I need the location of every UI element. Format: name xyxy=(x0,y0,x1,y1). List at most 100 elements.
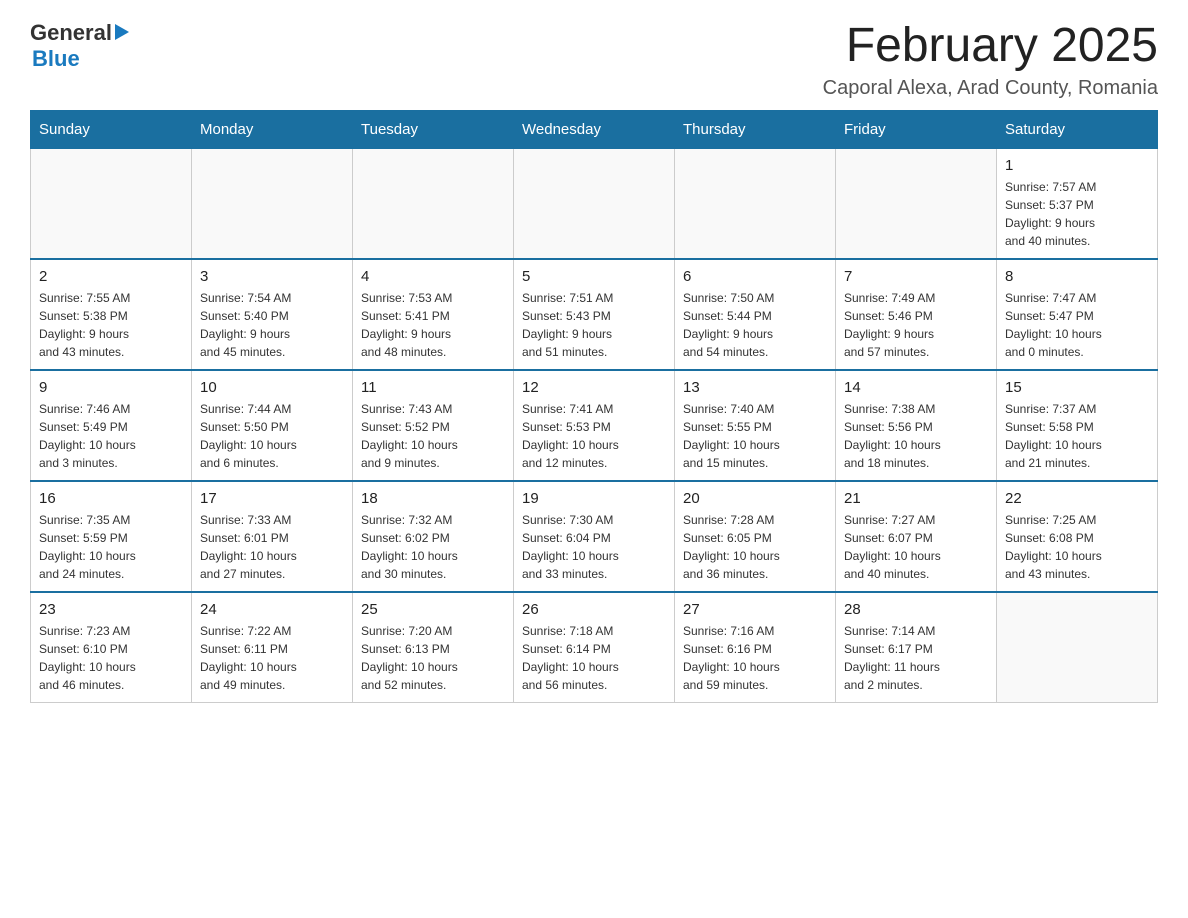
calendar-cell: 6 Sunrise: 7:50 AM Sunset: 5:44 PM Daylig… xyxy=(675,259,836,370)
day-info: Sunrise: 7:44 AM Sunset: 5:50 PM Dayligh… xyxy=(200,400,344,472)
day-info: Sunrise: 7:14 AM Sunset: 6:17 PM Dayligh… xyxy=(844,622,988,694)
day-number: 5 xyxy=(522,268,666,285)
calendar-cell xyxy=(675,148,836,259)
day-info: Sunrise: 7:49 AM Sunset: 5:46 PM Dayligh… xyxy=(844,289,988,361)
day-number: 25 xyxy=(361,601,505,618)
weekday-header-tuesday: Tuesday xyxy=(353,110,514,148)
calendar-cell: 10 Sunrise: 7:44 AM Sunset: 5:50 PM Dayli… xyxy=(192,370,353,481)
month-title: February 2025 xyxy=(823,20,1158,73)
calendar-week-row: 9Sunrise: 7:46 AM Sunset: 5:49 PM Daylig… xyxy=(31,370,1158,481)
calendar-cell xyxy=(836,148,997,259)
page-header: General Blue February 2025 Caporal Alexa… xyxy=(30,20,1158,100)
day-number: 26 xyxy=(522,601,666,618)
day-info: Sunrise: 7:47 AM Sunset: 5:47 PM Dayligh… xyxy=(1005,289,1149,361)
weekday-header-thursday: Thursday xyxy=(675,110,836,148)
day-number: 17 xyxy=(200,490,344,507)
day-number: 13 xyxy=(683,379,827,396)
day-number: 2 xyxy=(39,268,183,285)
calendar-cell: 7 Sunrise: 7:49 AM Sunset: 5:46 PM Daylig… xyxy=(836,259,997,370)
day-number: 12 xyxy=(522,379,666,396)
day-number: 1 xyxy=(1005,157,1149,174)
day-number: 6 xyxy=(683,268,827,285)
weekday-header-friday: Friday xyxy=(836,110,997,148)
day-info: Sunrise: 7:50 AM Sunset: 5:44 PM Dayligh… xyxy=(683,289,827,361)
day-info: Sunrise: 7:27 AM Sunset: 6:07 PM Dayligh… xyxy=(844,511,988,583)
location-text: Caporal Alexa, Arad County, Romania xyxy=(823,77,1158,100)
day-info: Sunrise: 7:37 AM Sunset: 5:58 PM Dayligh… xyxy=(1005,400,1149,472)
calendar-cell: 24 Sunrise: 7:22 AM Sunset: 6:11 PM Dayli… xyxy=(192,592,353,703)
calendar-cell xyxy=(997,592,1158,703)
calendar-cell xyxy=(31,148,192,259)
day-info: Sunrise: 7:43 AM Sunset: 5:52 PM Dayligh… xyxy=(361,400,505,472)
calendar-cell: 13 Sunrise: 7:40 AM Sunset: 5:55 PM Dayli… xyxy=(675,370,836,481)
day-info: Sunrise: 7:30 AM Sunset: 6:04 PM Dayligh… xyxy=(522,511,666,583)
day-number: 27 xyxy=(683,601,827,618)
calendar-cell: 1 Sunrise: 7:57 AM Sunset: 5:37 PM Daylig… xyxy=(997,148,1158,259)
calendar-cell: 18 Sunrise: 7:32 AM Sunset: 6:02 PM Dayli… xyxy=(353,481,514,592)
day-number: 8 xyxy=(1005,268,1149,285)
day-number: 18 xyxy=(361,490,505,507)
logo: General Blue xyxy=(30,20,129,72)
day-info: Sunrise: 7:20 AM Sunset: 6:13 PM Dayligh… xyxy=(361,622,505,694)
day-info: Sunrise: 7:18 AM Sunset: 6:14 PM Dayligh… xyxy=(522,622,666,694)
calendar-cell: 3Sunrise: 7:54 AM Sunset: 5:40 PM Daylig… xyxy=(192,259,353,370)
day-number: 3 xyxy=(200,268,344,285)
day-info: Sunrise: 7:41 AM Sunset: 5:53 PM Dayligh… xyxy=(522,400,666,472)
day-number: 16 xyxy=(39,490,183,507)
day-info: Sunrise: 7:55 AM Sunset: 5:38 PM Dayligh… xyxy=(39,289,183,361)
calendar-cell: 5 Sunrise: 7:51 AM Sunset: 5:43 PM Daylig… xyxy=(514,259,675,370)
calendar-week-row: 2 Sunrise: 7:55 AM Sunset: 5:38 PM Daylig… xyxy=(31,259,1158,370)
logo-blue-text: Blue xyxy=(32,46,80,72)
weekday-header-sunday: Sunday xyxy=(31,110,192,148)
weekday-header-row: SundayMondayTuesdayWednesdayThursdayFrid… xyxy=(31,110,1158,148)
day-info: Sunrise: 7:38 AM Sunset: 5:56 PM Dayligh… xyxy=(844,400,988,472)
calendar-cell: 27Sunrise: 7:16 AM Sunset: 6:16 PM Dayli… xyxy=(675,592,836,703)
day-number: 20 xyxy=(683,490,827,507)
day-info: Sunrise: 7:57 AM Sunset: 5:37 PM Dayligh… xyxy=(1005,178,1149,250)
day-number: 24 xyxy=(200,601,344,618)
title-section: February 2025 Caporal Alexa, Arad County… xyxy=(823,20,1158,100)
day-number: 7 xyxy=(844,268,988,285)
day-number: 14 xyxy=(844,379,988,396)
calendar-cell xyxy=(353,148,514,259)
calendar-cell: 12 Sunrise: 7:41 AM Sunset: 5:53 PM Dayli… xyxy=(514,370,675,481)
calendar-week-row: 16 Sunrise: 7:35 AM Sunset: 5:59 PM Dayli… xyxy=(31,481,1158,592)
day-number: 4 xyxy=(361,268,505,285)
day-info: Sunrise: 7:40 AM Sunset: 5:55 PM Dayligh… xyxy=(683,400,827,472)
calendar-cell: 26 Sunrise: 7:18 AM Sunset: 6:14 PM Dayli… xyxy=(514,592,675,703)
calendar-cell: 14 Sunrise: 7:38 AM Sunset: 5:56 PM Dayli… xyxy=(836,370,997,481)
calendar-cell: 2 Sunrise: 7:55 AM Sunset: 5:38 PM Daylig… xyxy=(31,259,192,370)
calendar-cell: 16 Sunrise: 7:35 AM Sunset: 5:59 PM Dayli… xyxy=(31,481,192,592)
calendar-cell xyxy=(192,148,353,259)
day-info: Sunrise: 7:32 AM Sunset: 6:02 PM Dayligh… xyxy=(361,511,505,583)
day-number: 9 xyxy=(39,379,183,396)
day-info: Sunrise: 7:33 AM Sunset: 6:01 PM Dayligh… xyxy=(200,511,344,583)
calendar-cell: 8 Sunrise: 7:47 AM Sunset: 5:47 PM Daylig… xyxy=(997,259,1158,370)
calendar-cell: 4 Sunrise: 7:53 AM Sunset: 5:41 PM Daylig… xyxy=(353,259,514,370)
day-number: 15 xyxy=(1005,379,1149,396)
day-info: Sunrise: 7:51 AM Sunset: 5:43 PM Dayligh… xyxy=(522,289,666,361)
weekday-header-monday: Monday xyxy=(192,110,353,148)
calendar-cell: 11 Sunrise: 7:43 AM Sunset: 5:52 PM Dayli… xyxy=(353,370,514,481)
day-info: Sunrise: 7:28 AM Sunset: 6:05 PM Dayligh… xyxy=(683,511,827,583)
weekday-header-saturday: Saturday xyxy=(997,110,1158,148)
calendar-cell xyxy=(514,148,675,259)
day-info: Sunrise: 7:53 AM Sunset: 5:41 PM Dayligh… xyxy=(361,289,505,361)
calendar-cell: 17 Sunrise: 7:33 AM Sunset: 6:01 PM Dayli… xyxy=(192,481,353,592)
calendar-cell: 21Sunrise: 7:27 AM Sunset: 6:07 PM Dayli… xyxy=(836,481,997,592)
day-number: 19 xyxy=(522,490,666,507)
calendar-cell: 23Sunrise: 7:23 AM Sunset: 6:10 PM Dayli… xyxy=(31,592,192,703)
calendar-week-row: 23Sunrise: 7:23 AM Sunset: 6:10 PM Dayli… xyxy=(31,592,1158,703)
day-info: Sunrise: 7:35 AM Sunset: 5:59 PM Dayligh… xyxy=(39,511,183,583)
calendar-cell: 19 Sunrise: 7:30 AM Sunset: 6:04 PM Dayli… xyxy=(514,481,675,592)
day-info: Sunrise: 7:22 AM Sunset: 6:11 PM Dayligh… xyxy=(200,622,344,694)
day-number: 10 xyxy=(200,379,344,396)
calendar-cell: 9Sunrise: 7:46 AM Sunset: 5:49 PM Daylig… xyxy=(31,370,192,481)
calendar-cell: 28Sunrise: 7:14 AM Sunset: 6:17 PM Dayli… xyxy=(836,592,997,703)
day-number: 22 xyxy=(1005,490,1149,507)
day-number: 11 xyxy=(361,379,505,396)
day-number: 23 xyxy=(39,601,183,618)
calendar-cell: 22 Sunrise: 7:25 AM Sunset: 6:08 PM Dayli… xyxy=(997,481,1158,592)
logo-general-text: General xyxy=(30,20,112,46)
day-info: Sunrise: 7:25 AM Sunset: 6:08 PM Dayligh… xyxy=(1005,511,1149,583)
